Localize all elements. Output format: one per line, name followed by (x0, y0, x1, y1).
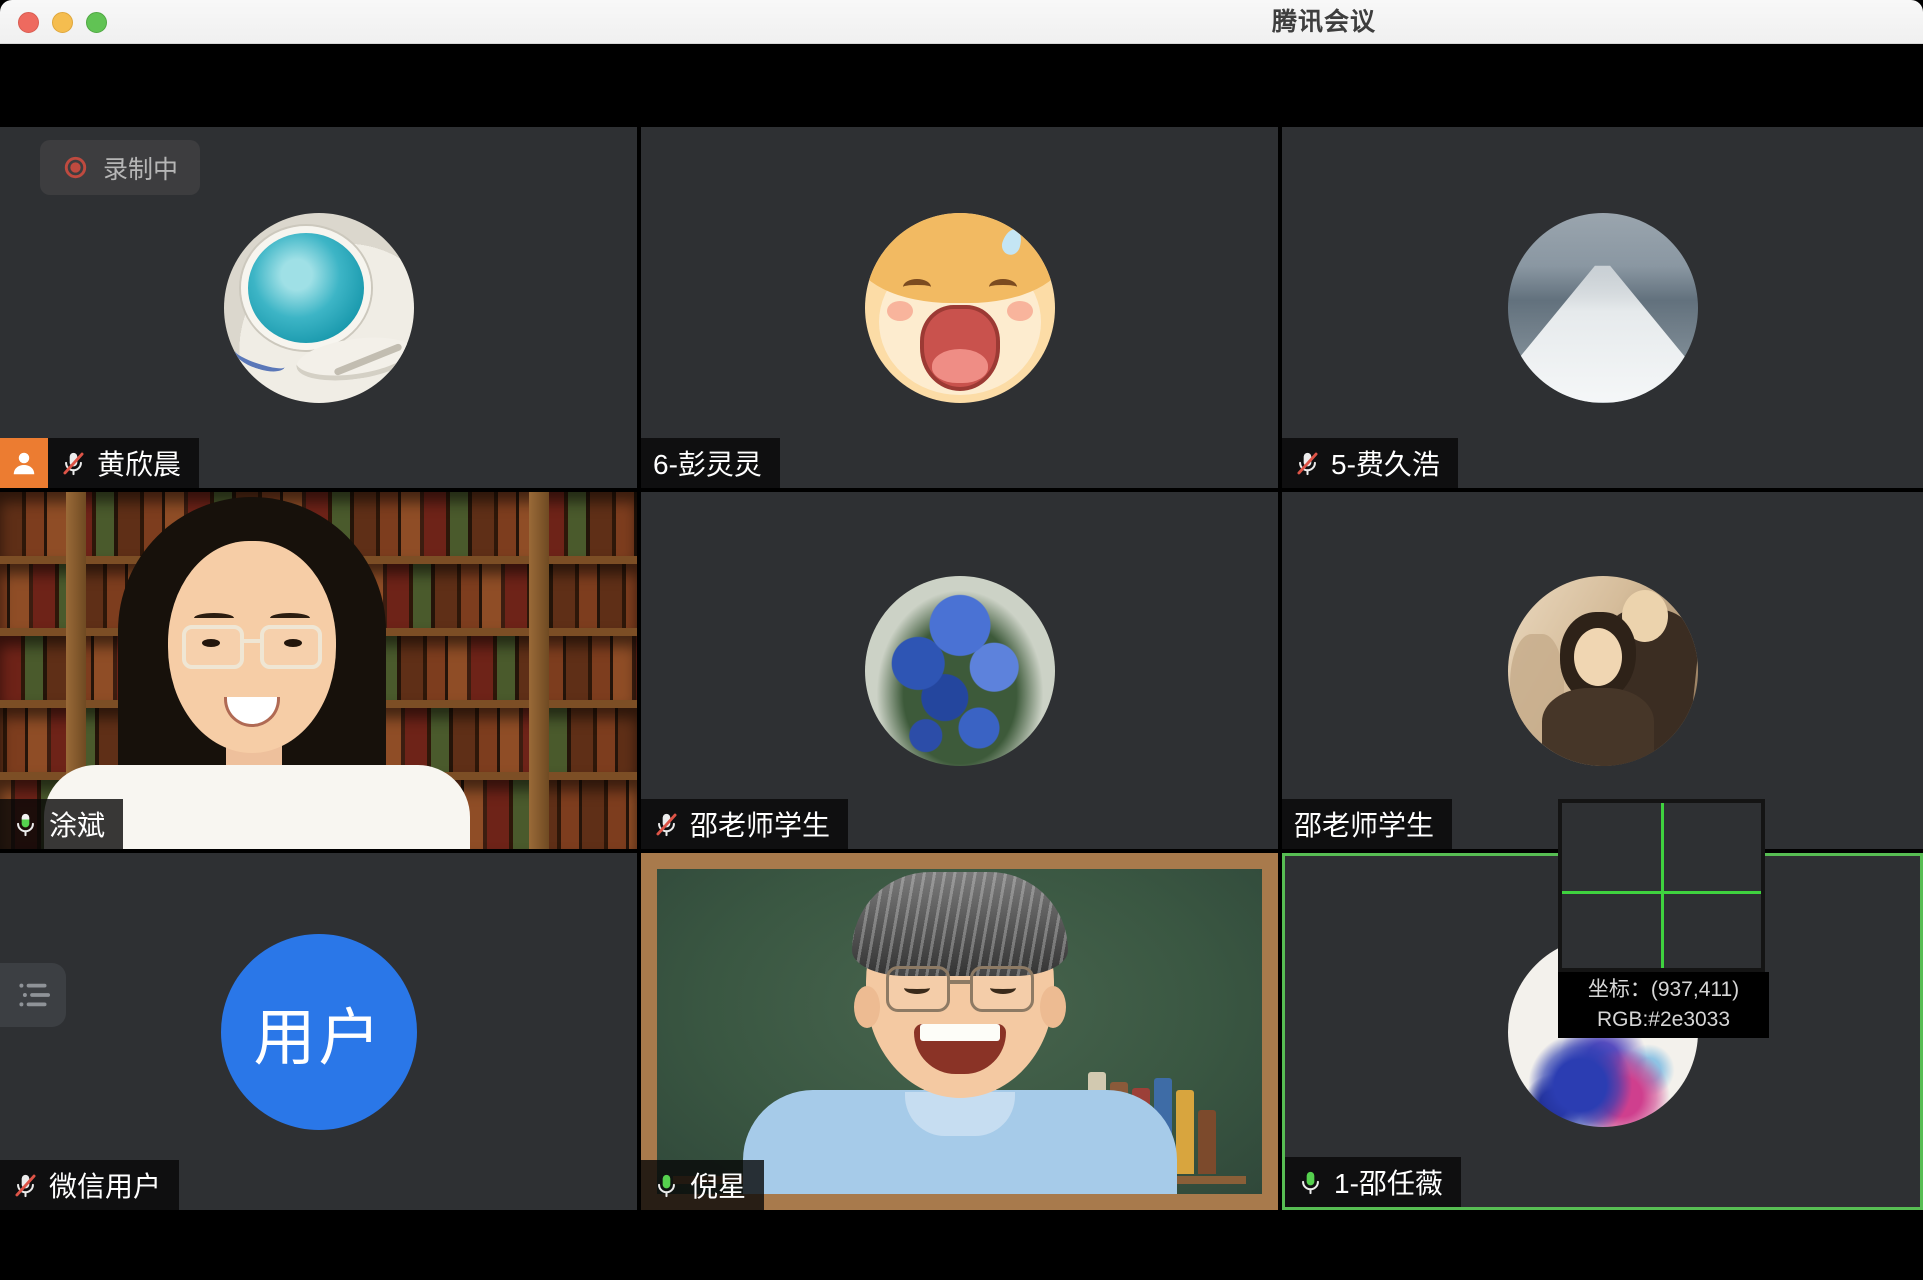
participant-name-label: 涂斌 (0, 799, 123, 849)
avatar-sepia-photo (1508, 576, 1698, 766)
participant-name: 6-彭灵灵 (653, 443, 762, 483)
recording-badge[interactable]: 录制中 (40, 140, 200, 195)
picker-coordinates: 坐标：(937,411) (1558, 975, 1769, 1005)
window-titlebar: 腾讯会议 (0, 0, 1923, 44)
close-button[interactable] (18, 12, 39, 33)
participant-name-label: 6-彭灵灵 (641, 438, 780, 488)
mic-active-icon (653, 1172, 680, 1199)
traffic-lights (18, 12, 107, 33)
mic-active-icon (12, 811, 39, 838)
video-grid: 录制中 黄欣晨 (0, 127, 1923, 1210)
participant-video-person (40, 497, 500, 849)
minimize-button[interactable] (52, 12, 73, 33)
window-title: 腾讯会议 (1272, 0, 1376, 44)
mic-muted-icon (12, 1172, 39, 1199)
participant-name-label: 1-邵任薇 (1285, 1157, 1461, 1207)
presenter-badge (0, 438, 48, 488)
participant-tile-3[interactable]: 5-费久浩 (1282, 127, 1923, 488)
participant-video-person (725, 886, 1195, 1194)
record-icon (62, 154, 89, 181)
avatar-teal-drink (224, 213, 414, 403)
participant-tile-8[interactable]: 倪星 (641, 853, 1278, 1210)
avatar-blue-flowers (865, 576, 1055, 766)
participant-tile-2[interactable]: 6-彭灵灵 (641, 127, 1278, 488)
participant-name: 微信用户 (49, 1165, 161, 1205)
participant-name-label: 黄欣晨 (48, 438, 199, 488)
participant-tile-5[interactable]: 邵老师学生 (641, 492, 1278, 849)
participant-name: 涂斌 (49, 804, 105, 844)
participant-name: 邵老师学生 (1294, 804, 1434, 844)
participant-name-label: 邵老师学生 (1282, 799, 1452, 849)
mic-muted-icon (653, 811, 680, 838)
participant-name-label: 微信用户 (0, 1160, 179, 1210)
participant-name-label: 5-费久浩 (1282, 438, 1458, 488)
participant-name: 黄欣晨 (97, 443, 181, 483)
video-feed-bookshelf (0, 492, 637, 849)
zoom-button[interactable] (86, 12, 107, 33)
participant-name: 倪星 (690, 1165, 746, 1205)
crosshair-vertical (1661, 803, 1664, 968)
avatar-sea-wake (1508, 213, 1698, 403)
participant-name-label: 邵老师学生 (641, 799, 848, 849)
participant-name: 1-邵任薇 (1334, 1162, 1443, 1202)
participant-tile-1[interactable]: 录制中 黄欣晨 (0, 127, 637, 488)
recording-label: 录制中 (103, 150, 178, 186)
picker-rgb-value: RGB:#2e3033 (1558, 1005, 1769, 1035)
video-feed-chalkboard (641, 853, 1278, 1210)
list-icon (18, 981, 54, 1009)
crosshair-horizontal (1562, 891, 1761, 894)
list-view-button[interactable] (0, 963, 66, 1027)
person-icon (9, 448, 39, 478)
participant-tile-7[interactable]: 用户 微信用户 (0, 853, 637, 1210)
magnifier-overlay (1558, 799, 1765, 972)
participant-tile-4[interactable]: 涂斌 (0, 492, 637, 849)
mic-muted-icon (1294, 450, 1321, 477)
avatar-anime-face (865, 213, 1055, 403)
participant-tile-6[interactable]: 邵老师学生 (1282, 492, 1923, 849)
participant-name: 5-费久浩 (1331, 443, 1440, 483)
mic-active-icon (1297, 1169, 1324, 1196)
participant-name: 邵老师学生 (690, 804, 830, 844)
participant-name-label: 倪星 (641, 1160, 764, 1210)
picker-tooltip: 坐标：(937,411) RGB:#2e3033 (1558, 972, 1769, 1038)
avatar-user-text: 用户 (253, 987, 383, 1077)
mic-muted-icon (60, 450, 87, 477)
avatar-user-circle: 用户 (221, 934, 417, 1130)
